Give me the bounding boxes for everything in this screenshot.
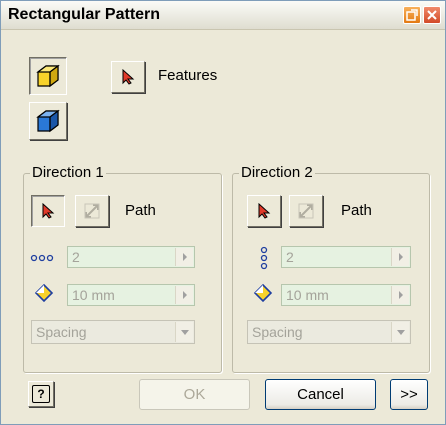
direction-1-title: Direction 1 <box>30 164 106 181</box>
flip-direction-icon <box>84 203 100 219</box>
more-button[interactable]: >> <box>390 379 428 410</box>
direction-1-flip-button[interactable] <box>75 195 109 227</box>
title-bar[interactable]: Rectangular Pattern <box>1 1 445 30</box>
direction-2-select-button[interactable] <box>247 195 281 227</box>
direction-1-select-button[interactable] <box>31 195 65 227</box>
help-icon: ? <box>32 385 50 403</box>
direction-2-count-value: 2 <box>286 249 294 265</box>
direction-2-method-dropdown[interactable]: Spacing <box>247 320 411 344</box>
rectangular-pattern-dialog: Rectangular Pattern Features Direction 1… <box>0 0 446 425</box>
options-icon[interactable] <box>403 6 421 24</box>
direction-1-count-field[interactable]: 2 <box>67 246 195 268</box>
arrow-right-icon[interactable] <box>175 286 193 304</box>
cursor-arrow-icon <box>42 203 55 219</box>
spacing-icon <box>34 283 54 303</box>
spacing-icon <box>253 283 273 303</box>
direction-2-spacing-value: 10 mm <box>286 287 329 303</box>
help-button[interactable]: ? <box>28 381 54 407</box>
arrow-right-icon[interactable] <box>175 248 193 266</box>
cursor-arrow-icon <box>258 203 271 219</box>
cancel-button[interactable]: Cancel <box>265 379 376 410</box>
count-vertical-icon <box>260 246 268 270</box>
new-solid-button[interactable] <box>29 102 67 140</box>
more-label: >> <box>400 386 418 403</box>
help-label: ? <box>37 387 45 401</box>
blue-solid-icon <box>36 109 60 133</box>
ok-label: OK <box>183 386 206 403</box>
direction-2-path-label: Path <box>341 202 372 219</box>
direction-2-spacing-field[interactable]: 10 mm <box>281 284 411 306</box>
yellow-solid-icon <box>36 64 60 88</box>
features-select-button[interactable] <box>111 61 145 93</box>
direction-2-flip-button[interactable] <box>289 195 323 227</box>
arrow-right-icon[interactable] <box>391 286 409 304</box>
arrow-right-icon[interactable] <box>391 248 409 266</box>
direction-1-count-value: 2 <box>72 249 80 265</box>
chevron-down-icon[interactable] <box>391 322 409 342</box>
direction-1-method-value: Spacing <box>36 324 87 340</box>
dialog-title: Rectangular Pattern <box>8 6 161 23</box>
flip-direction-icon <box>298 203 314 219</box>
features-label: Features <box>158 67 218 84</box>
cancel-label: Cancel <box>297 386 344 403</box>
cursor-arrow-icon <box>122 69 135 85</box>
direction-1-spacing-value: 10 mm <box>72 287 115 303</box>
join-solid-button[interactable] <box>29 57 67 95</box>
direction-2-method-value: Spacing <box>252 324 303 340</box>
ok-button[interactable]: OK <box>139 379 250 410</box>
count-icon <box>30 254 54 262</box>
direction-2-count-field[interactable]: 2 <box>281 246 411 268</box>
direction-1-path-label: Path <box>125 202 156 219</box>
close-icon[interactable] <box>423 6 441 24</box>
direction-2-title: Direction 2 <box>239 164 315 181</box>
direction-1-spacing-field[interactable]: 10 mm <box>67 284 195 306</box>
direction-1-method-dropdown[interactable]: Spacing <box>31 320 195 344</box>
chevron-down-icon[interactable] <box>175 322 193 342</box>
